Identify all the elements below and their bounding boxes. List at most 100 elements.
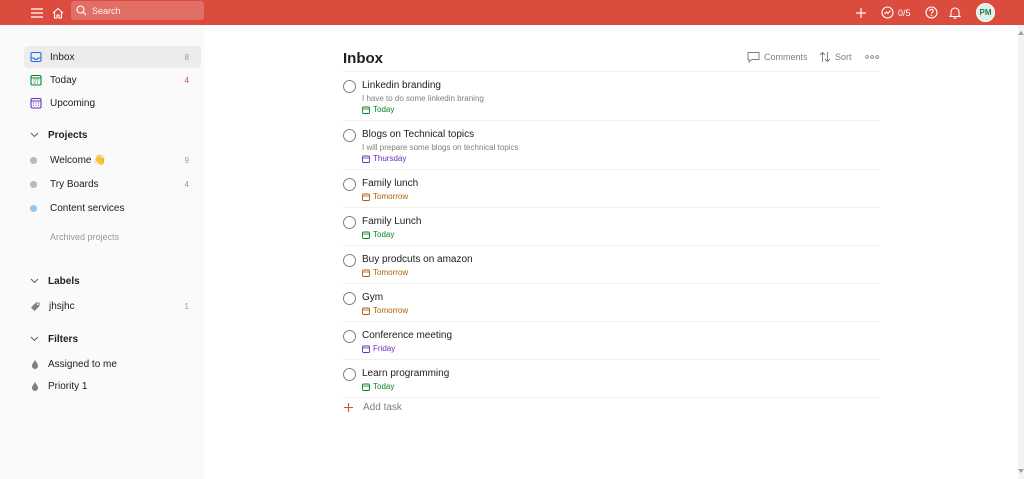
search-box[interactable] — [71, 1, 204, 20]
calendar-icon — [362, 193, 370, 201]
sidebar-item-label: Today — [50, 74, 77, 86]
today-count: 4 — [184, 75, 189, 85]
sort-button[interactable]: Sort — [819, 48, 852, 66]
task-due-date[interactable]: Thursday — [362, 154, 406, 163]
filters-heading: Filters — [48, 333, 79, 345]
more-actions-button[interactable] — [865, 48, 879, 66]
productivity-button[interactable]: 0/5 — [881, 0, 911, 25]
home-icon[interactable] — [51, 0, 65, 25]
calendar-icon — [362, 383, 370, 391]
drop-icon — [30, 359, 40, 370]
scrollbar[interactable] — [1018, 25, 1024, 479]
tag-icon — [30, 301, 41, 312]
task-due-date[interactable]: Friday — [362, 344, 395, 353]
task-name[interactable]: Gym — [362, 292, 383, 303]
task-item[interactable]: Conference meeting Friday — [343, 325, 880, 360]
comments-label: Comments — [764, 52, 808, 62]
plus-icon[interactable] — [854, 0, 868, 25]
labels-section-toggle[interactable]: Labels — [30, 271, 80, 291]
task-due-label: Tomorrow — [373, 192, 409, 201]
task-due-date[interactable]: Today — [362, 382, 394, 391]
archived-projects-link[interactable]: Archived projects — [50, 232, 119, 242]
task-name[interactable]: Family lunch — [362, 178, 418, 189]
task-checkbox[interactable] — [343, 254, 356, 267]
sidebar-filter-assigned-to-me[interactable]: Assigned to me — [24, 353, 201, 375]
task-item[interactable]: Gym Tomorrow — [343, 287, 880, 322]
karma-value: 0/5 — [898, 7, 911, 18]
task-due-label: Thursday — [373, 154, 407, 163]
task-checkbox[interactable] — [343, 368, 356, 381]
task-due-label: Today — [373, 230, 395, 239]
task-name[interactable]: Buy prodcuts on amazon — [362, 254, 473, 265]
sidebar-project-try-boards[interactable]: Try Boards 4 — [24, 173, 201, 195]
calendar-today-icon: 27 — [30, 74, 42, 86]
comment-icon — [747, 51, 760, 63]
task-item[interactable]: Learn programming Today — [343, 363, 880, 398]
task-item[interactable]: Family lunch Tomorrow — [343, 173, 880, 208]
task-due-date[interactable]: Tomorrow — [362, 192, 408, 201]
chevron-down-icon — [30, 132, 39, 138]
search-icon — [76, 5, 87, 16]
avatar[interactable]: PM — [976, 3, 995, 22]
add-task-button[interactable]: Add task — [343, 402, 402, 413]
task-due-label: Friday — [373, 344, 396, 353]
task-due-date[interactable]: Today — [362, 230, 394, 239]
sidebar-item-label: Inbox — [50, 51, 75, 63]
sidebar-filter-priority-1[interactable]: Priority 1 — [24, 375, 201, 397]
task-item[interactable]: Linkedin branding I have to do some link… — [343, 75, 880, 121]
header-divider — [343, 71, 880, 72]
sidebar-project-welcome[interactable]: Welcome 👋 9 — [24, 149, 201, 171]
calendar-icon — [362, 307, 370, 315]
task-name[interactable]: Conference meeting — [362, 330, 452, 341]
comments-button[interactable]: Comments — [747, 48, 808, 66]
task-description: I will prepare some blogs on technical t… — [362, 143, 519, 152]
task-checkbox[interactable] — [343, 216, 356, 229]
task-item[interactable]: Buy prodcuts on amazon Tomorrow — [343, 249, 880, 284]
calendar-icon — [362, 231, 370, 239]
task-name[interactable]: Learn programming — [362, 368, 449, 379]
task-checkbox[interactable] — [343, 178, 356, 191]
sort-icon — [819, 51, 831, 63]
task-checkbox[interactable] — [343, 129, 356, 142]
task-due-date[interactable]: Today — [362, 105, 394, 114]
sidebar-project-content-services[interactable]: Content services — [24, 197, 201, 219]
search-input[interactable] — [92, 5, 192, 16]
calendar-icon — [362, 345, 370, 353]
task-due-date[interactable]: Tomorrow — [362, 268, 408, 277]
task-name[interactable]: Blogs on Technical topics — [362, 129, 474, 140]
sidebar-item-label: Upcoming — [50, 97, 96, 109]
calendar-icon — [362, 269, 370, 277]
task-item[interactable]: Blogs on Technical topics I will prepare… — [343, 124, 880, 170]
projects-section-toggle[interactable]: Projects — [30, 125, 87, 145]
task-item[interactable]: Family Lunch Today — [343, 211, 880, 246]
task-due-label: Tomorrow — [373, 306, 409, 315]
project-color-dot — [30, 180, 37, 188]
task-name[interactable]: Family Lunch — [362, 216, 421, 227]
project-count: 4 — [184, 179, 189, 189]
task-name[interactable]: Linkedin branding — [362, 80, 441, 91]
filters-section-toggle[interactable]: Filters — [30, 329, 78, 349]
sidebar: Inbox 8 27 Today 4 Upcoming Projects Wel… — [0, 25, 204, 479]
project-color-dot — [30, 156, 37, 164]
sidebar-item-label: Welcome — [50, 154, 92, 166]
task-checkbox[interactable] — [343, 80, 356, 93]
task-checkbox[interactable] — [343, 292, 356, 305]
hamburger-icon[interactable] — [30, 0, 44, 25]
sidebar-item-today[interactable]: 27 Today 4 — [24, 69, 201, 91]
bell-icon[interactable] — [948, 0, 962, 25]
sidebar-item-upcoming[interactable]: Upcoming — [24, 92, 201, 114]
sidebar-item-label: Try Boards — [50, 178, 99, 190]
calendar-upcoming-icon — [30, 97, 42, 109]
sidebar-item-inbox[interactable]: Inbox 8 — [24, 46, 201, 68]
task-checkbox[interactable] — [343, 330, 356, 343]
sidebar-item-label: Priority 1 — [48, 380, 88, 392]
task-due-date[interactable]: Tomorrow — [362, 306, 408, 315]
chevron-down-icon — [30, 278, 39, 284]
sidebar-label-jhsjhc[interactable]: jhsjhc 1 — [24, 295, 201, 317]
question-icon[interactable] — [924, 0, 938, 25]
sidebar-item-label: Content services — [50, 202, 125, 214]
karma-icon — [881, 6, 894, 19]
chevron-down-icon — [30, 336, 39, 342]
scroll-up-icon — [1018, 31, 1024, 35]
sidebar-item-label: Assigned to me — [48, 358, 117, 370]
